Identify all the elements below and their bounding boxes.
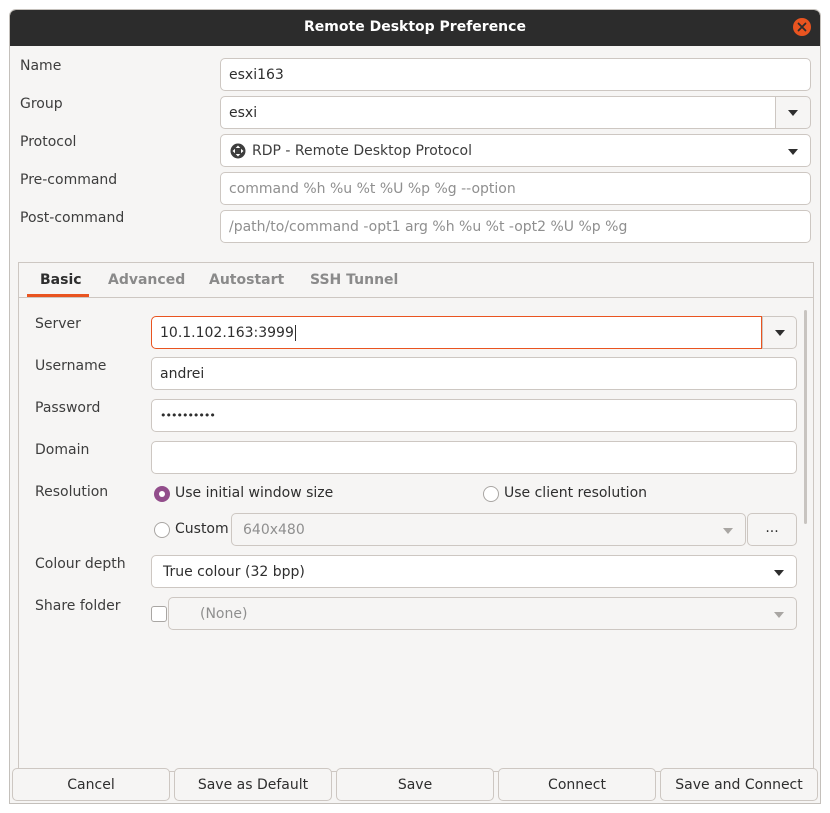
close-icon bbox=[797, 22, 807, 32]
custom-resolution-radio[interactable] bbox=[154, 522, 170, 538]
resolution-more-label: ... bbox=[765, 519, 779, 536]
share-folder-label: Share folder bbox=[35, 598, 121, 614]
protocol-value: RDP - Remote Desktop Protocol bbox=[252, 142, 472, 159]
colour-depth-value: True colour (32 bpp) bbox=[163, 563, 305, 580]
initial-size-radio[interactable] bbox=[154, 486, 170, 502]
precommand-label: Pre-command bbox=[20, 172, 118, 188]
save-and-connect-button[interactable]: Save and Connect bbox=[660, 768, 818, 801]
scrollbar[interactable] bbox=[804, 310, 807, 524]
chevron-down-icon bbox=[788, 149, 798, 155]
title-bar[interactable]: Remote Desktop Preference bbox=[10, 10, 820, 46]
connect-button[interactable]: Connect bbox=[498, 768, 656, 801]
tab-autostart[interactable]: Autostart bbox=[209, 272, 284, 288]
chevron-down-icon bbox=[774, 570, 784, 576]
username-input[interactable]: andrei bbox=[151, 357, 797, 390]
name-value: esxi163 bbox=[229, 66, 284, 83]
protocol-label: Protocol bbox=[20, 134, 77, 150]
protocol-icon bbox=[230, 143, 246, 158]
chevron-down-icon bbox=[774, 612, 784, 618]
server-label: Server bbox=[35, 316, 81, 332]
colour-depth-label: Colour depth bbox=[35, 556, 126, 572]
custom-resolution-value: 640x480 bbox=[243, 521, 305, 538]
tab-bar: Basic Advanced Autostart SSH Tunnel bbox=[19, 263, 813, 298]
custom-resolution-label[interactable]: Custom bbox=[175, 521, 229, 537]
chevron-down-icon bbox=[788, 109, 798, 116]
group-dropdown-button[interactable] bbox=[775, 96, 811, 129]
client-resolution-label[interactable]: Use client resolution bbox=[504, 485, 647, 501]
server-dropdown-button[interactable] bbox=[762, 316, 797, 349]
name-input[interactable]: esxi163 bbox=[220, 58, 811, 91]
client-resolution-radio[interactable] bbox=[483, 486, 499, 502]
text-cursor bbox=[294, 324, 296, 341]
share-folder-checkbox[interactable] bbox=[151, 606, 167, 622]
save-as-default-button[interactable]: Save as Default bbox=[174, 768, 332, 801]
tab-ssh-tunnel[interactable]: SSH Tunnel bbox=[310, 272, 398, 288]
preference-dialog: Remote Desktop Preference Name esxi163 G… bbox=[9, 9, 821, 804]
postcommand-input[interactable]: /path/to/command -opt1 arg %h %u %t -opt… bbox=[220, 210, 811, 243]
group-label: Group bbox=[20, 96, 63, 112]
resolution-label: Resolution bbox=[35, 484, 109, 500]
chevron-down-icon bbox=[723, 528, 733, 534]
protocol-select[interactable]: RDP - Remote Desktop Protocol bbox=[220, 134, 811, 167]
share-folder-value: (None) bbox=[200, 605, 248, 622]
precommand-input[interactable]: command %h %u %t %U %p %g --option bbox=[220, 172, 811, 205]
tab-advanced[interactable]: Advanced bbox=[108, 272, 185, 288]
group-value: esxi bbox=[229, 104, 258, 121]
name-label: Name bbox=[20, 58, 62, 74]
username-value: andrei bbox=[160, 365, 205, 382]
resolution-more-button[interactable]: ... bbox=[747, 513, 797, 546]
domain-label: Domain bbox=[35, 442, 90, 458]
tab-basic[interactable]: Basic bbox=[40, 272, 82, 288]
close-button[interactable] bbox=[793, 18, 811, 36]
settings-notebook: Basic Advanced Autostart SSH Tunnel Serv… bbox=[18, 262, 814, 772]
colour-depth-select[interactable]: True colour (32 bpp) bbox=[151, 555, 797, 588]
custom-resolution-select[interactable]: 640x480 bbox=[231, 513, 746, 546]
password-value: •••••••••• bbox=[160, 409, 216, 422]
initial-size-label[interactable]: Use initial window size bbox=[175, 485, 333, 501]
active-tab-indicator bbox=[27, 294, 89, 297]
precommand-placeholder: command %h %u %t %U %p %g --option bbox=[229, 180, 516, 197]
server-value: 10.1.102.163:3999 bbox=[160, 324, 294, 341]
chevron-down-icon bbox=[774, 329, 785, 336]
username-label: Username bbox=[35, 358, 107, 374]
postcommand-label: Post-command bbox=[20, 210, 125, 226]
password-label: Password bbox=[35, 400, 101, 416]
group-input[interactable]: esxi bbox=[220, 96, 776, 129]
share-folder-select[interactable]: (None) bbox=[168, 597, 797, 630]
domain-input[interactable] bbox=[151, 441, 797, 474]
postcommand-placeholder: /path/to/command -opt1 arg %h %u %t -opt… bbox=[229, 218, 628, 235]
password-input[interactable]: •••••••••• bbox=[151, 399, 797, 432]
window-title: Remote Desktop Preference bbox=[304, 19, 526, 35]
save-button[interactable]: Save bbox=[336, 768, 494, 801]
server-input[interactable]: 10.1.102.163:3999 bbox=[151, 316, 762, 349]
cancel-button[interactable]: Cancel bbox=[12, 768, 170, 801]
